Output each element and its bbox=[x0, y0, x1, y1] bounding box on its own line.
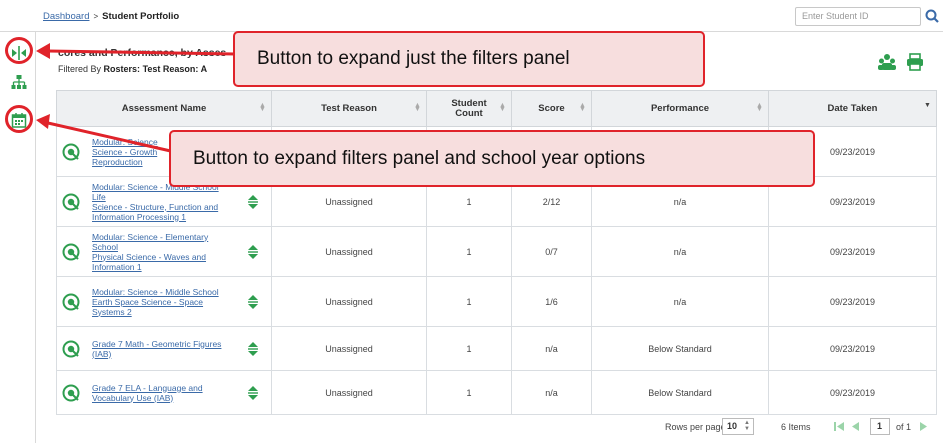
rows-per-page-label: Rows per page: bbox=[665, 422, 729, 432]
callout-expand-filters: Button to expand just the filters panel bbox=[233, 31, 705, 87]
item-count: 6 Items bbox=[781, 422, 811, 432]
performance-cell: Below Standard bbox=[591, 370, 769, 415]
test-reason-cell: Unassigned bbox=[271, 326, 427, 371]
performance-cell: n/a bbox=[591, 276, 769, 327]
assessment-name-cell: Modular: Science - Middle School Earth Sp… bbox=[56, 276, 272, 327]
test-reason-cell: Unassigned bbox=[271, 276, 427, 327]
date-taken-cell: 09/23/2019 bbox=[768, 370, 937, 415]
column-label: Student Count bbox=[451, 97, 487, 119]
column-header-date-taken[interactable]: Date Taken ▼ bbox=[768, 90, 937, 127]
expand-row-icon[interactable] bbox=[247, 244, 259, 259]
assessment-type-icon bbox=[62, 243, 80, 260]
group-students-icon[interactable] bbox=[877, 52, 897, 72]
assessment-name-line: Physical Science - Waves and bbox=[92, 251, 207, 262]
rows-per-page-select[interactable]: 10 ▲ ▼ bbox=[722, 418, 754, 435]
performance-cell: n/a bbox=[591, 226, 769, 277]
column-header-performance[interactable]: Performance ▲ ▼ bbox=[591, 90, 769, 127]
expand-row-icon[interactable] bbox=[247, 294, 259, 309]
assessment-name-line: Information 1 bbox=[92, 261, 142, 272]
sort-desc-icon[interactable]: ▼ bbox=[924, 102, 931, 109]
test-reason-cell: Unassigned bbox=[271, 226, 427, 277]
score-cell: 0/7 bbox=[511, 226, 592, 277]
assessment-name-line: (IAB) bbox=[92, 348, 112, 359]
sort-icon[interactable]: ▲ ▼ bbox=[579, 102, 586, 113]
table-row: Grade 7 Math - Geometric Figures (IAB) Un… bbox=[56, 326, 937, 371]
page-total: of 1 bbox=[896, 422, 912, 432]
assessment-name-link[interactable]: Modular: Science - Elementary School Phys… bbox=[92, 232, 233, 272]
hierarchy-icon[interactable] bbox=[11, 74, 27, 90]
student-count-cell: 1 bbox=[426, 370, 512, 415]
assessment-type-icon bbox=[62, 193, 80, 210]
column-label: Performance bbox=[650, 102, 710, 114]
column-label: Test Reason bbox=[321, 102, 377, 114]
assessment-name-line: Vocabulary Use (IAB) bbox=[92, 392, 174, 403]
student-count-cell: 1 bbox=[426, 276, 512, 327]
assessment-type-icon bbox=[62, 384, 80, 401]
assessment-name-line: Systems 2 bbox=[92, 306, 132, 317]
assessment-name-link[interactable]: Grade 7 ELA - Language and Vocabulary Use… bbox=[92, 383, 233, 403]
column-header-test-reason[interactable]: Test Reason ▲ ▼ bbox=[271, 90, 427, 127]
highlight-ring-calendar bbox=[5, 105, 33, 133]
assessment-type-icon bbox=[62, 340, 80, 357]
assessment-name-line: Science - Structure, Function and bbox=[92, 201, 219, 212]
assessment-name-link[interactable]: Grade 7 Math - Geometric Figures (IAB) bbox=[92, 339, 233, 359]
performance-cell: Below Standard bbox=[591, 326, 769, 371]
assessment-name-cell: Grade 7 Math - Geometric Figures (IAB) bbox=[56, 326, 272, 371]
page-number-input[interactable]: 1 bbox=[870, 418, 890, 435]
assessment-name-line: Grade 7 ELA - Language and bbox=[92, 382, 203, 393]
column-label: Score bbox=[538, 102, 565, 114]
score-cell: n/a bbox=[511, 326, 592, 371]
column-header-student-count[interactable]: Student Count ▲ ▼ bbox=[426, 90, 512, 127]
assessment-type-icon bbox=[62, 293, 80, 310]
table-row: Modular: Science - Middle School Earth Sp… bbox=[56, 276, 937, 327]
assessment-name-link[interactable]: Modular: Science - Middle School Life Sci… bbox=[92, 182, 233, 222]
print-icon[interactable] bbox=[905, 52, 925, 72]
date-taken-cell: 09/23/2019 bbox=[768, 326, 937, 371]
highlight-ring-filters bbox=[5, 37, 33, 64]
next-page-icon[interactable] bbox=[918, 421, 930, 432]
previous-page-icon[interactable] bbox=[849, 421, 861, 432]
sort-icon[interactable]: ▲ ▼ bbox=[756, 102, 763, 113]
breadcrumb: Dashboard > Student Portfolio bbox=[43, 11, 179, 22]
rows-per-page-value: 10 bbox=[727, 421, 738, 431]
assessment-name-line: Grade 7 Math - Geometric Figures bbox=[92, 338, 222, 349]
first-page-icon[interactable] bbox=[833, 421, 845, 432]
column-label: Date Taken bbox=[827, 102, 878, 114]
stepper-icon[interactable]: ▲ ▼ bbox=[744, 420, 750, 432]
expand-row-icon[interactable] bbox=[247, 385, 259, 400]
breadcrumb-dashboard-link[interactable]: Dashboard bbox=[43, 11, 89, 22]
assessment-name-link[interactable]: Modular: Science - Middle School Earth Sp… bbox=[92, 287, 233, 317]
date-taken-cell: 09/23/2019 bbox=[768, 276, 937, 327]
student-count-cell: 1 bbox=[426, 226, 512, 277]
score-cell: n/a bbox=[511, 370, 592, 415]
expand-row-icon[interactable] bbox=[247, 194, 259, 209]
score-cell: 1/6 bbox=[511, 276, 592, 327]
date-taken-cell: 09/23/2019 bbox=[768, 226, 937, 277]
expand-row-icon[interactable] bbox=[247, 341, 259, 356]
page-title: Student Portfolio bbox=[102, 11, 180, 22]
table-row: Modular: Science - Elementary School Phys… bbox=[56, 226, 937, 277]
assessment-name-line: Information Processing 1 bbox=[92, 211, 187, 222]
assessment-name-cell: Grade 7 ELA - Language and Vocabulary Use… bbox=[56, 370, 272, 415]
sort-icon[interactable]: ▲ ▼ bbox=[499, 102, 506, 113]
column-header-score[interactable]: Score ▲ ▼ bbox=[511, 90, 592, 127]
test-reason-cell: Unassigned bbox=[271, 370, 427, 415]
sort-icon[interactable]: ▲ ▼ bbox=[414, 102, 421, 113]
assessment-name-line: Modular: Science - Middle School bbox=[92, 286, 219, 297]
assessment-name-cell: Modular: Science - Elementary School Phys… bbox=[56, 226, 272, 277]
student-count-cell: 1 bbox=[426, 326, 512, 371]
table-row: Grade 7 ELA - Language and Vocabulary Use… bbox=[56, 370, 937, 415]
search-input[interactable]: Enter Student ID bbox=[795, 7, 921, 26]
top-bar: Dashboard > Student Portfolio Enter Studen… bbox=[0, 0, 943, 32]
callout-expand-filters-year: Button to expand filters panel and schoo… bbox=[169, 130, 815, 187]
sort-icon[interactable]: ▲ ▼ bbox=[259, 102, 266, 113]
search-icon[interactable] bbox=[923, 7, 941, 26]
breadcrumb-separator: > bbox=[93, 12, 99, 21]
assessment-name-line: Earth Space Science - Space bbox=[92, 296, 204, 307]
assessment-name-line: Modular: Science - Elementary School bbox=[92, 231, 209, 252]
